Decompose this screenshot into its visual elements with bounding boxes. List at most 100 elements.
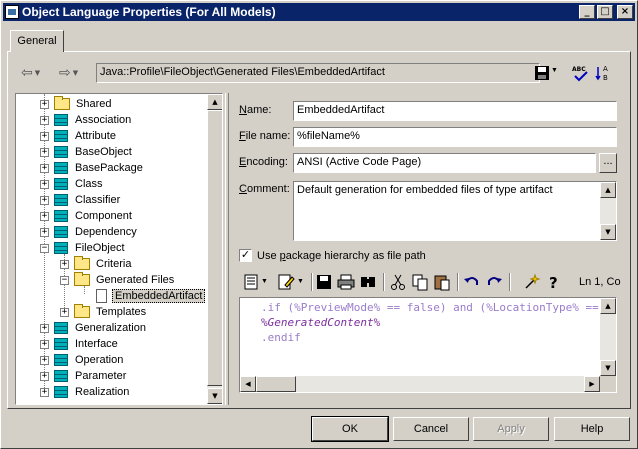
- tree-item[interactable]: − Generated Files: [60, 272, 176, 288]
- ok-button[interactable]: OK: [311, 416, 389, 442]
- expand-icon[interactable]: +: [60, 307, 69, 317]
- tree-item[interactable]: + BasePackage: [40, 160, 145, 176]
- properties-menu-icon[interactable]: [243, 273, 261, 291]
- tree-item-label: EmbeddedArtifact: [112, 289, 206, 303]
- comment-scrollbar[interactable]: ▲ ▼: [600, 182, 616, 240]
- object-tree[interactable]: + Shared + Association + Attribute + BaseObject…: [15, 93, 223, 405]
- expand-icon[interactable]: +: [40, 211, 49, 221]
- tree-item[interactable]: + Generalization: [40, 320, 148, 336]
- tree-item[interactable]: + Dependency: [40, 224, 139, 240]
- apply-button[interactable]: Apply: [473, 417, 549, 441]
- expand-icon[interactable]: +: [40, 323, 49, 333]
- tree-item[interactable]: + Class: [40, 176, 105, 192]
- expand-icon[interactable]: +: [40, 163, 49, 173]
- tree-item[interactable]: + Operation: [40, 352, 125, 368]
- back-dropdown-icon[interactable]: ▼: [35, 69, 40, 77]
- use-package-hierarchy-option[interactable]: ✓ Use package hierarchy as file path: [239, 249, 426, 262]
- title-bar[interactable]: Object Language Properties (For All Mode…: [3, 3, 635, 21]
- editor-hscroll[interactable]: ◀ ▶: [240, 376, 600, 392]
- expand-icon[interactable]: +: [40, 387, 49, 397]
- help-icon[interactable]: ?: [545, 273, 563, 291]
- spell-check-icon[interactable]: ABC: [571, 64, 589, 82]
- help-button[interactable]: Help: [554, 417, 630, 441]
- tree-scrollbar[interactable]: ▲ ▼: [207, 94, 222, 404]
- filename-field[interactable]: %fileName%: [293, 127, 617, 147]
- toolbar-separator: [383, 273, 385, 291]
- tree-item[interactable]: + Shared: [40, 96, 113, 112]
- copy-icon[interactable]: [411, 273, 429, 291]
- properties-dropdown-icon[interactable]: ▼: [261, 278, 268, 285]
- print-icon[interactable]: [337, 273, 355, 291]
- code-token: .endif: [261, 331, 301, 344]
- expand-icon[interactable]: +: [40, 355, 49, 365]
- expand-icon[interactable]: +: [40, 179, 49, 189]
- scroll-down-button[interactable]: ▼: [207, 388, 222, 404]
- collapse-icon[interactable]: −: [60, 275, 69, 285]
- paste-icon[interactable]: [433, 273, 451, 291]
- maximize-button[interactable]: □: [597, 5, 613, 19]
- cut-icon[interactable]: [389, 273, 407, 291]
- editor-vscroll[interactable]: ▲ ▼: [600, 298, 616, 376]
- code-token: %GeneratedContent%: [261, 316, 381, 329]
- expand-icon[interactable]: +: [40, 195, 49, 205]
- scroll-up-button[interactable]: ▲: [207, 94, 222, 110]
- save-icon[interactable]: [533, 64, 551, 82]
- encoding-field[interactable]: ANSI (Active Code Page): [293, 153, 596, 173]
- tree-item[interactable]: EmbeddedArtifact: [80, 288, 206, 304]
- forward-button[interactable]: ⇨ ▼: [59, 64, 78, 82]
- template-editor[interactable]: .if (%PreviewMode% == false) and (%Locat…: [239, 297, 617, 393]
- tree-item[interactable]: + Parameter: [40, 368, 128, 384]
- expand-icon[interactable]: +: [40, 115, 49, 125]
- find-icon[interactable]: [359, 273, 377, 291]
- save-icon[interactable]: [315, 273, 333, 291]
- tree-item[interactable]: + Templates: [60, 304, 148, 320]
- tree-item[interactable]: + Attribute: [40, 128, 118, 144]
- pane-splitter[interactable]: [225, 93, 229, 405]
- edit-menu-icon[interactable]: [277, 273, 295, 291]
- scroll-up-button[interactable]: ▲: [600, 182, 616, 198]
- scroll-thumb[interactable]: [207, 110, 222, 386]
- scroll-right-button[interactable]: ▶: [584, 376, 600, 392]
- tree-item[interactable]: + Component: [40, 208, 134, 224]
- minimize-button[interactable]: _: [579, 5, 595, 19]
- undo-icon[interactable]: [463, 273, 481, 291]
- tree-item[interactable]: + Realization: [40, 384, 131, 400]
- expand-icon[interactable]: +: [40, 339, 49, 349]
- comment-textarea[interactable]: Default generation for embedded files of…: [293, 181, 617, 241]
- expand-icon[interactable]: +: [40, 371, 49, 381]
- scroll-up-button[interactable]: ▲: [600, 298, 616, 314]
- scroll-down-button[interactable]: ▼: [600, 224, 616, 240]
- scroll-down-button[interactable]: ▼: [600, 360, 616, 376]
- expand-icon[interactable]: +: [40, 147, 49, 157]
- save-dropdown-icon[interactable]: ▼: [551, 67, 558, 74]
- expand-icon[interactable]: +: [40, 227, 49, 237]
- forward-dropdown-icon[interactable]: ▼: [73, 69, 78, 77]
- insert-variable-icon[interactable]: [523, 273, 541, 291]
- tree-item[interactable]: + BaseObject: [40, 144, 134, 160]
- tree-item[interactable]: + Interface: [40, 336, 120, 352]
- folder-icon: [74, 256, 90, 270]
- close-button[interactable]: ×: [617, 5, 633, 19]
- svg-text:A: A: [603, 65, 608, 73]
- edit-dropdown-icon[interactable]: ▼: [297, 278, 304, 285]
- encoding-browse-button[interactable]: ...: [599, 153, 617, 173]
- class-icon: [54, 178, 68, 190]
- scroll-left-button[interactable]: ◀: [240, 376, 256, 392]
- hscroll-thumb[interactable]: [256, 376, 296, 392]
- collapse-icon[interactable]: −: [40, 243, 49, 253]
- expand-icon[interactable]: +: [40, 99, 49, 109]
- use-package-hierarchy-checkbox[interactable]: ✓: [239, 249, 252, 262]
- tree-item[interactable]: − FileObject: [40, 240, 127, 256]
- tab-general[interactable]: General: [10, 30, 64, 52]
- tree-item[interactable]: + Classifier: [40, 192, 122, 208]
- redo-icon[interactable]: [485, 273, 503, 291]
- cancel-button[interactable]: Cancel: [393, 417, 469, 441]
- tree-item[interactable]: + Association: [40, 112, 133, 128]
- back-button[interactable]: ⇦ ▼: [21, 64, 40, 82]
- tree-item-label: Operation: [75, 354, 124, 366]
- sort-icon[interactable]: A B: [595, 64, 613, 82]
- tree-item[interactable]: + Criteria: [60, 256, 133, 272]
- name-field[interactable]: EmbeddedArtifact: [293, 101, 617, 121]
- expand-icon[interactable]: +: [40, 131, 49, 141]
- expand-icon[interactable]: +: [60, 259, 69, 269]
